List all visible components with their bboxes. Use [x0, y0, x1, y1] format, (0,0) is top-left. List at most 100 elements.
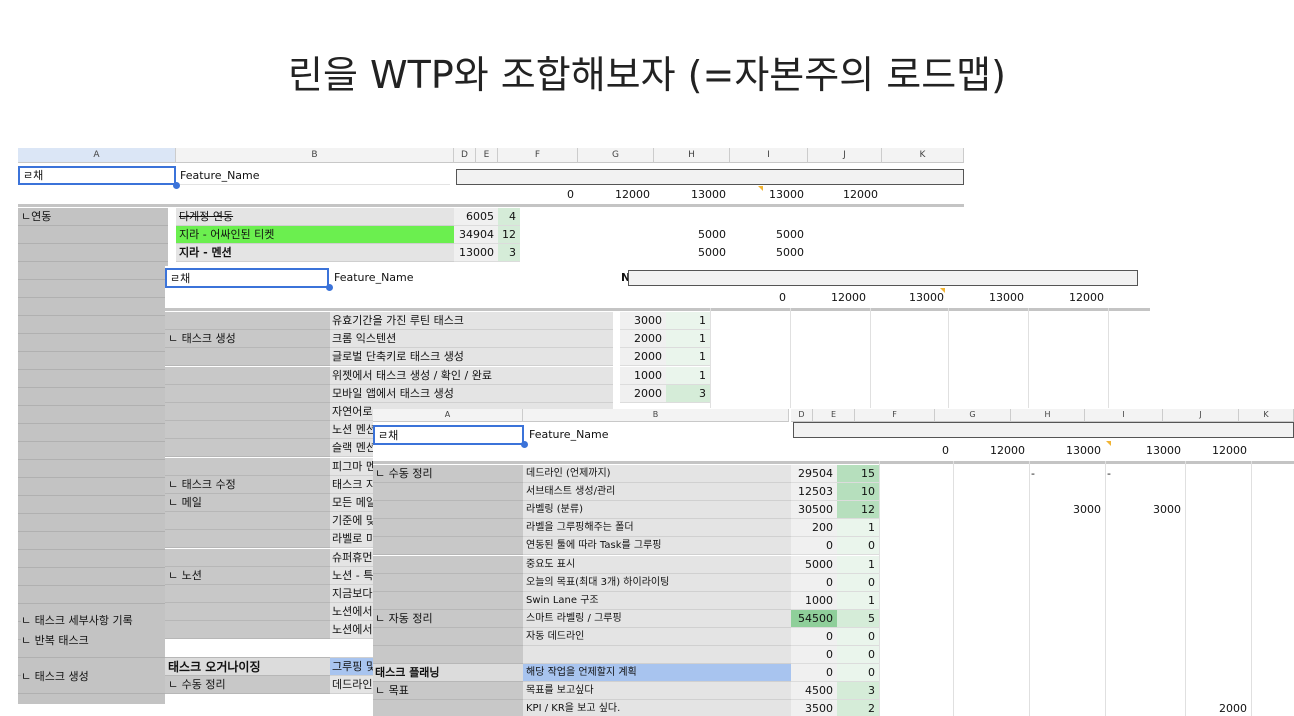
wtp-value-cell[interactable]: 12503	[791, 483, 837, 501]
wtp-value-cell[interactable]: 13000	[454, 244, 498, 262]
feature-name-cell[interactable]: 중요도 표시	[523, 556, 791, 574]
comment-marker[interactable]	[1106, 441, 1111, 446]
column-header[interactable]: F	[855, 409, 935, 422]
feature-name-cell[interactable]: 스마트 라벨링 / 그루핑	[523, 610, 791, 628]
count-cell[interactable]: 1	[666, 348, 710, 366]
price-cell[interactable]: 5000	[654, 226, 730, 244]
wtp-value-cell[interactable]: 4500	[791, 682, 837, 700]
fill-handle[interactable]	[326, 284, 333, 291]
count-cell[interactable]: 1	[666, 367, 710, 385]
column-header[interactable]: E	[813, 409, 855, 422]
column-header[interactable]: D	[791, 409, 813, 422]
fill-handle[interactable]	[521, 441, 528, 448]
column-header[interactable]: F	[498, 148, 578, 163]
column-header[interactable]: J	[808, 148, 882, 163]
wtp-value-cell[interactable]: 0	[791, 646, 837, 664]
wtp-value-cell[interactable]: 200	[791, 519, 837, 537]
feature-name-cell[interactable]: 지라 - 멘션	[176, 244, 454, 262]
column-header[interactable]: H	[654, 148, 730, 163]
wtp-value-cell[interactable]: 3500	[791, 700, 837, 716]
comment-marker[interactable]	[758, 186, 763, 191]
wtp-value-cell[interactable]: 2000	[620, 348, 666, 366]
wtp-value-cell[interactable]: 3000	[620, 312, 666, 330]
cell-a1[interactable]: ㄹ채	[18, 166, 176, 185]
count-cell[interactable]: 10	[837, 483, 879, 501]
count-cell[interactable]: 5	[837, 610, 879, 628]
wtp-value-cell[interactable]: 5000	[791, 556, 837, 574]
count-cell[interactable]: 12	[837, 501, 879, 519]
feature-name-cell[interactable]: 오늘의 목표(최대 3개) 하이라이팅	[523, 574, 791, 592]
column-header[interactable]: E	[476, 148, 498, 163]
feature-name-cell[interactable]: 크롬 익스텐션	[330, 330, 613, 348]
column-header[interactable]: G	[935, 409, 1011, 422]
column-header[interactable]: B	[176, 148, 454, 163]
wtp-value-cell[interactable]: 1000	[620, 367, 666, 385]
wtp-value-cell[interactable]: 0	[791, 574, 837, 592]
wtp-value-cell[interactable]: 29504	[791, 465, 837, 483]
price-cell[interactable]	[1185, 465, 1251, 483]
cell-b1[interactable]: Feature_Name	[527, 425, 789, 445]
wtp-value-cell[interactable]: 1000	[791, 592, 837, 610]
price-cell[interactable]: -	[1105, 465, 1185, 483]
feature-name-cell[interactable]: 서브태스트 생성/관리	[523, 483, 791, 501]
price-cell[interactable]	[730, 208, 808, 226]
column-header[interactable]: A	[373, 409, 523, 422]
fill-handle[interactable]	[173, 182, 180, 189]
feature-name-cell[interactable]	[523, 646, 791, 664]
count-cell[interactable]: 1	[837, 556, 879, 574]
feature-name-cell[interactable]: 위젯에서 태스크 생성 / 확인 / 완료	[330, 367, 613, 385]
price-cell[interactable]: 5000	[730, 244, 808, 262]
column-header[interactable]: A	[18, 148, 176, 163]
feature-name-cell[interactable]: 라벨링 (분류)	[523, 501, 791, 519]
count-cell[interactable]: 3	[837, 682, 879, 700]
wtp-value-cell[interactable]: 2000	[620, 330, 666, 348]
wtp-value-cell[interactable]: 0	[791, 664, 837, 682]
count-cell[interactable]: 1	[837, 592, 879, 610]
wtp-value-cell[interactable]: 0	[791, 628, 837, 646]
column-header[interactable]: I	[1085, 409, 1163, 422]
column-header[interactable]: H	[1011, 409, 1085, 422]
feature-name-cell[interactable]: 목표를 보고싶다	[523, 682, 791, 700]
column-header[interactable]: J	[1163, 409, 1239, 422]
count-cell[interactable]: 4	[498, 208, 520, 226]
count-cell[interactable]: 3	[666, 385, 710, 403]
price-cell[interactable]: 2000	[1185, 700, 1251, 716]
column-header[interactable]: K	[882, 148, 964, 163]
feature-name-cell[interactable]: 자동 데드라인	[523, 628, 791, 646]
count-cell[interactable]: 0	[837, 646, 879, 664]
feature-name-cell[interactable]: 라벨을 그루핑해주는 폴더	[523, 519, 791, 537]
feature-name-cell[interactable]: KPI / KR을 보고 싶다.	[523, 700, 791, 716]
column-header[interactable]: D	[454, 148, 476, 163]
feature-name-cell[interactable]: Swin Lane 구조	[523, 592, 791, 610]
cell-b1[interactable]: Feature_Name	[180, 166, 450, 185]
column-header[interactable]: G	[578, 148, 654, 163]
feature-name-cell[interactable]: 글로벌 단축키로 태스크 생성	[330, 348, 613, 366]
count-cell[interactable]: 0	[837, 628, 879, 646]
feature-name-cell[interactable]: 지라 - 어싸인된 티켓	[176, 226, 454, 244]
column-header[interactable]: K	[1239, 409, 1294, 422]
wtp-value-cell[interactable]: 34904	[454, 226, 498, 244]
price-cell[interactable]: 3000	[1105, 501, 1185, 519]
price-cell[interactable]: 3000	[1029, 501, 1105, 519]
wtp-value-cell[interactable]: 6005	[454, 208, 498, 226]
cell-b1[interactable]: Feature_Name	[332, 268, 612, 288]
wtp-value-cell[interactable]: 0	[791, 537, 837, 555]
feature-name-cell[interactable]: 데드라인 (언제까지)	[523, 465, 791, 483]
wtp-value-cell[interactable]: 54500	[791, 610, 837, 628]
feature-name-cell[interactable]: 다계정 연동	[176, 208, 454, 226]
column-header[interactable]: B	[523, 409, 789, 422]
count-cell[interactable]: 12	[498, 226, 520, 244]
feature-name-cell[interactable]: 모바일 앱에서 태스크 생성	[330, 385, 613, 403]
count-cell[interactable]: 0	[837, 664, 879, 682]
column-header[interactable]: I	[730, 148, 808, 163]
feature-name-cell[interactable]: 해당 작업을 언제할지 계획	[523, 664, 791, 682]
price-cell[interactable]	[654, 208, 730, 226]
feature-name-cell[interactable]: 연동된 툴에 따라 Task를 그루핑	[523, 537, 791, 555]
price-cell[interactable]: 5000	[730, 226, 808, 244]
price-cell[interactable]: -	[1029, 465, 1105, 483]
price-cell[interactable]: 5000	[654, 244, 730, 262]
comment-marker[interactable]	[940, 288, 945, 293]
count-cell[interactable]: 1	[666, 312, 710, 330]
cell-a1[interactable]: ㄹ채	[165, 268, 329, 288]
count-cell[interactable]: 2	[837, 700, 879, 716]
